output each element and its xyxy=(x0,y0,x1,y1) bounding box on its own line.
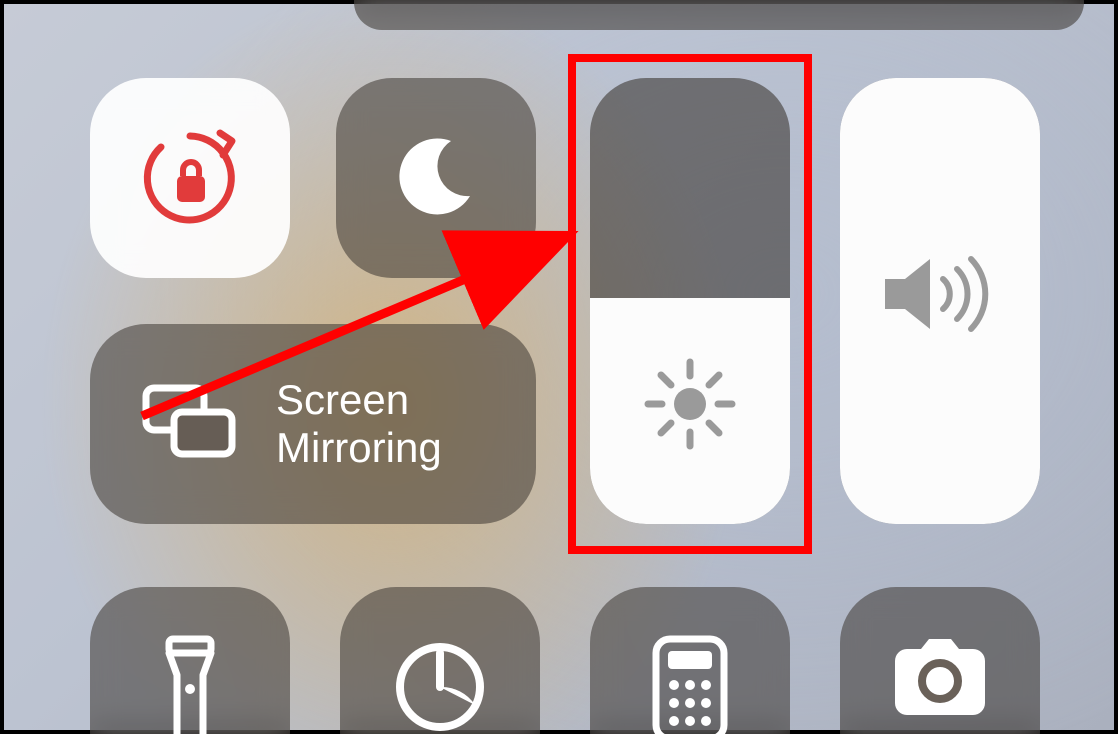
sun-icon xyxy=(590,354,790,454)
calculator-button[interactable] xyxy=(590,587,790,734)
camera-icon xyxy=(885,635,995,730)
do-not-disturb-button[interactable] xyxy=(336,78,536,278)
screen-mirroring-label: ScreenMirroring xyxy=(276,376,442,473)
moon-icon xyxy=(391,131,481,226)
screen-mirror-icon xyxy=(140,382,240,467)
rotation-lock-button[interactable] xyxy=(90,78,290,278)
top-control-pill xyxy=(354,0,1084,30)
calculator-icon xyxy=(650,635,730,734)
volume-slider[interactable] xyxy=(840,78,1040,524)
rotation-lock-icon xyxy=(135,123,245,233)
timer-icon xyxy=(390,635,490,734)
brightness-slider[interactable] xyxy=(590,78,790,524)
screen-mirroring-button[interactable]: ScreenMirroring xyxy=(90,324,536,524)
flashlight-button[interactable] xyxy=(90,587,290,734)
speaker-icon xyxy=(840,244,1040,344)
flashlight-icon xyxy=(155,635,225,734)
camera-button[interactable] xyxy=(840,587,1040,734)
timer-button[interactable] xyxy=(340,587,540,734)
